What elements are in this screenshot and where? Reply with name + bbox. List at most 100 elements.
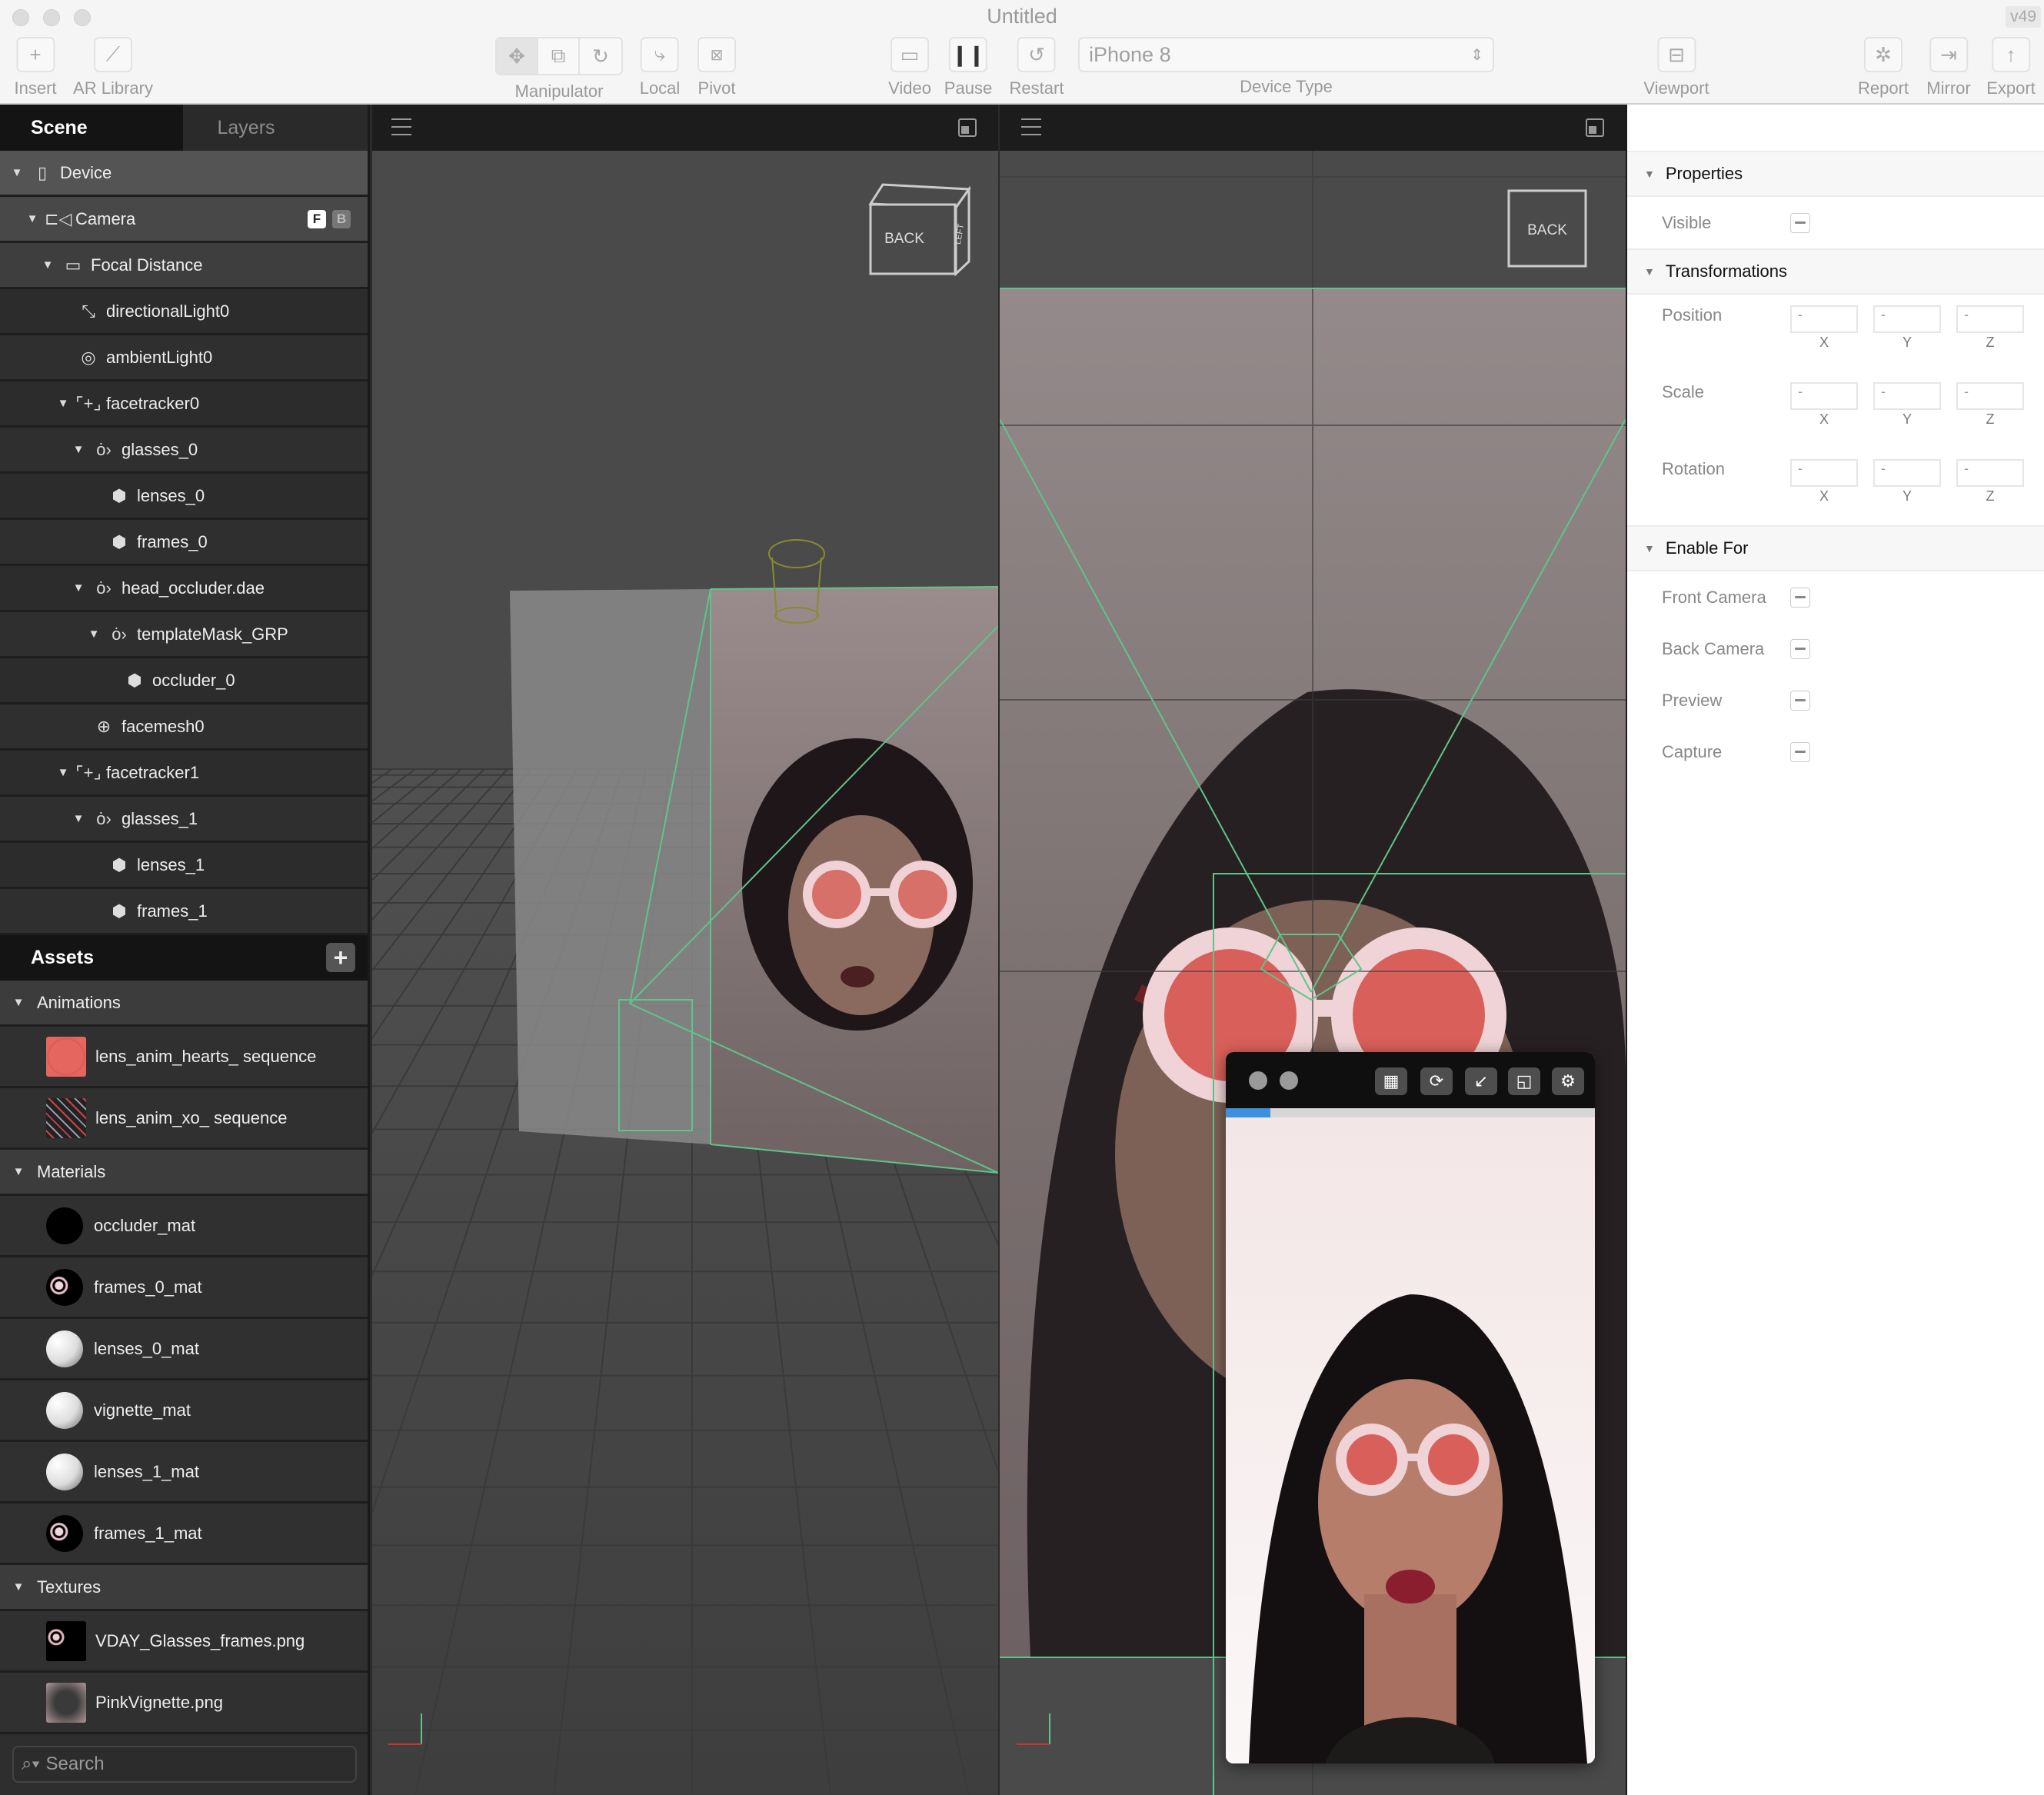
rotation-x-field[interactable]: -: [1790, 459, 1858, 487]
scene-tree-item[interactable]: ⬢ frames_0: [0, 520, 368, 566]
disclosure-triangle-icon[interactable]: ▼: [9, 166, 25, 179]
preview-minimize-button[interactable]: [1280, 1071, 1298, 1090]
asset-item[interactable]: occluder_mat: [0, 1196, 368, 1257]
asset-item[interactable]: lenses_1_mat: [0, 1442, 368, 1504]
scene-tree-item[interactable]: ▼ ⌜+⌟ facetracker1: [0, 751, 368, 797]
asset-item-label: occluder_mat: [94, 1215, 196, 1235]
scene-tree-item[interactable]: ⊕ facemesh0: [0, 704, 368, 751]
move-icon[interactable]: ✥: [497, 38, 538, 74]
properties-section-header[interactable]: ▼ Properties: [1627, 151, 2044, 197]
enable-for-section-header[interactable]: ▼ Enable For: [1627, 525, 2044, 571]
menu-icon[interactable]: [391, 118, 411, 135]
resize-icon[interactable]: ◱: [1508, 1067, 1540, 1095]
disclosure-triangle-icon[interactable]: ▼: [25, 212, 40, 225]
scene-tree-item[interactable]: ▼ ȯ› templateMask_GRP: [0, 612, 368, 658]
menu-icon[interactable]: [1021, 118, 1041, 135]
asset-item[interactable]: lens_anim_hearts_ sequence: [0, 1027, 368, 1088]
enable-for-checkbox[interactable]: [1790, 638, 1810, 659]
pause-button[interactable]: ❙❙ Pause: [944, 37, 992, 98]
view-cube[interactable]: BACK LEFT: [868, 183, 971, 277]
scene-viewport[interactable]: BACK LEFT: [372, 151, 998, 1795]
disclosure-triangle-icon[interactable]: ▼: [40, 258, 55, 271]
scene-tree-item[interactable]: ▼ ▭ Focal Distance: [0, 243, 368, 289]
scene-tree-item[interactable]: ◎ ambientLight0: [0, 335, 368, 381]
asset-section-textures[interactable]: ▼ Textures: [0, 1565, 368, 1611]
rotate-icon[interactable]: ↻: [580, 38, 621, 74]
device-type-value: iPhone 8: [1089, 42, 1171, 66]
front-camera-badge[interactable]: F: [308, 209, 326, 228]
scene-tree-item[interactable]: ▼ ▯ Device: [0, 151, 368, 197]
scene-tree-item[interactable]: ▼ ⌜+⌟ facetracker0: [0, 381, 368, 428]
visible-checkbox[interactable]: [1790, 212, 1810, 233]
asset-item[interactable]: PinkVignette.png: [0, 1673, 368, 1734]
position-y-field[interactable]: -: [1873, 305, 1941, 333]
asset-item[interactable]: lens_anim_xo_ sequence: [0, 1088, 368, 1150]
enable-for-checkbox[interactable]: [1790, 587, 1810, 608]
scene-tree-item[interactable]: ⤡ directionalLight0: [0, 289, 368, 335]
viewport-button[interactable]: ⊟ Viewport: [1643, 37, 1709, 98]
axis-label: Y: [1902, 411, 1912, 427]
position-x-field[interactable]: -: [1790, 305, 1858, 333]
search-input[interactable]: ⌕▾ Search: [12, 1746, 357, 1783]
chevron-updown-icon: ⇕: [1470, 46, 1483, 64]
scene-tree-item[interactable]: ▼ ȯ› head_occluder.dae: [0, 566, 368, 612]
scene-tree-item[interactable]: ▼ ⊏◁ Camera F B: [0, 197, 368, 243]
disclosure-triangle-icon[interactable]: ▼: [71, 443, 86, 456]
pivot-button[interactable]: ⊠ Pivot: [697, 37, 736, 98]
scale-icon[interactable]: ⧉: [538, 38, 580, 74]
disclosure-triangle-icon[interactable]: ▼: [86, 628, 102, 641]
local-button[interactable]: ⤷ Local: [640, 37, 680, 98]
asset-section-animations[interactable]: ▼ Animations: [0, 981, 368, 1027]
add-asset-button[interactable]: +: [326, 943, 355, 972]
enable-for-checkbox[interactable]: [1790, 690, 1810, 711]
preview-close-button[interactable]: [1249, 1071, 1267, 1090]
scene-tree-item[interactable]: ⬢ lenses_0: [0, 474, 368, 520]
export-button[interactable]: ↑ Export: [1986, 37, 2036, 98]
enable-for-checkbox[interactable]: [1790, 741, 1810, 762]
restart-button[interactable]: ↺ Restart: [1010, 37, 1064, 98]
disclosure-triangle-icon[interactable]: ▼: [55, 766, 71, 779]
tab-scene[interactable]: Scene: [0, 105, 184, 151]
scale-z-field[interactable]: -: [1956, 382, 2024, 410]
maximize-icon[interactable]: [1586, 118, 1604, 137]
report-button[interactable]: ✲ Report: [1858, 37, 1909, 98]
disclosure-triangle-icon[interactable]: ▼: [71, 812, 86, 825]
tab-layers[interactable]: Layers: [183, 105, 368, 151]
video-button[interactable]: ▭ Video: [888, 37, 931, 98]
scene-tree-item[interactable]: ⬢ lenses_1: [0, 843, 368, 889]
asset-item[interactable]: vignette_mat: [0, 1380, 368, 1442]
scale-y-field[interactable]: -: [1873, 382, 1941, 410]
asset-item[interactable]: lenses_0_mat: [0, 1319, 368, 1380]
scene-tree-item[interactable]: ▼ ȯ› glasses_0: [0, 428, 368, 474]
insert-button[interactable]: + Insert: [14, 37, 57, 98]
rotate-device-icon[interactable]: ↙: [1465, 1067, 1497, 1095]
disclosure-triangle-icon[interactable]: ▼: [55, 397, 71, 410]
asset-item[interactable]: frames_0_mat: [0, 1257, 368, 1319]
rotation-y-field[interactable]: -: [1873, 459, 1941, 487]
enable-for-list: Front Camera Back Camera Preview Capture: [1627, 571, 2044, 778]
rotation-z-field[interactable]: -: [1956, 459, 2024, 487]
position-z-field[interactable]: -: [1956, 305, 2024, 333]
ar-library-button[interactable]: ⟋ AR Library: [73, 37, 153, 98]
back-camera-badge[interactable]: B: [332, 209, 351, 228]
grid-toggle-icon[interactable]: ▦: [1375, 1067, 1407, 1095]
asset-item[interactable]: frames_1_mat: [0, 1504, 368, 1565]
preview-window: ▦ ⟳ ↙ ◱ ⚙: [1226, 1052, 1595, 1763]
axis-label: Z: [1986, 488, 1995, 504]
switch-camera-icon[interactable]: ⟳: [1420, 1067, 1453, 1095]
transformations-section-header[interactable]: ▼ Transformations: [1627, 248, 2044, 295]
scene-tree-item[interactable]: ⬢ occluder_0: [0, 658, 368, 704]
transform-fields: Position - X - Y - Z Scale - X - Y - Z Rotation - X - Y - Z: [1627, 295, 2044, 525]
scene-tree-item[interactable]: ⬢ frames_1: [0, 889, 368, 935]
scene-tree-item[interactable]: ▼ ȯ› glasses_1: [0, 797, 368, 843]
settings-gear-icon[interactable]: ⚙: [1552, 1067, 1584, 1095]
asset-section-materials[interactable]: ▼ Materials: [0, 1150, 368, 1196]
disclosure-triangle-icon[interactable]: ▼: [71, 581, 86, 594]
maximize-icon[interactable]: [958, 118, 977, 137]
asset-item[interactable]: VDAY_Glasses_frames.png: [0, 1611, 368, 1673]
enable-for-title: Enable For: [1665, 538, 1749, 558]
scale-x-field[interactable]: -: [1790, 382, 1858, 410]
search-placeholder: Search: [45, 1753, 105, 1774]
device-type-select[interactable]: iPhone 8 ⇕: [1078, 37, 1494, 72]
mirror-button[interactable]: ⇥ Mirror: [1926, 37, 1971, 98]
